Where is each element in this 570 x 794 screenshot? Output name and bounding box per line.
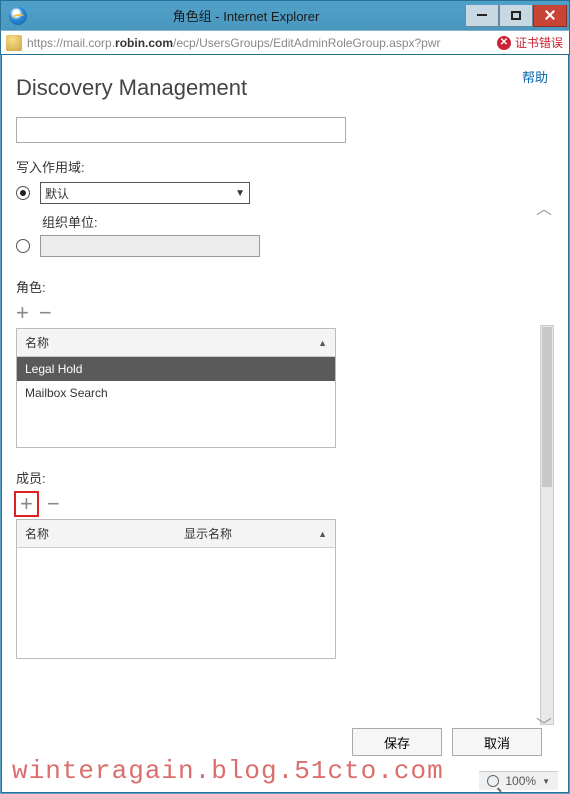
members-grid-body — [17, 548, 335, 658]
address-bar[interactable]: https://mail.corp.robin.com/ecp/UsersGro… — [0, 30, 570, 55]
roles-toolbar: + − — [16, 302, 554, 324]
org-unit-input[interactable] — [40, 235, 260, 257]
magnifier-icon — [487, 775, 499, 787]
help-link[interactable]: 帮助 — [522, 67, 548, 86]
roles-grid-body: Legal Hold Mailbox Search — [17, 357, 335, 447]
members-grid-header: 名称 显示名称 ▲ — [17, 520, 335, 548]
roles-row[interactable]: Legal Hold — [17, 357, 335, 381]
client-area: 帮助 Discovery Management 写入作用域: 默认 ▼ 组织单位… — [1, 55, 569, 793]
org-unit-label: 组织单位: — [42, 212, 554, 231]
scope-orgunit-row — [16, 235, 554, 257]
zoom-level: 100% — [505, 774, 536, 788]
scrollbar-thumb[interactable] — [542, 327, 552, 487]
members-col-name[interactable]: 名称 — [17, 520, 176, 547]
cert-error-badge[interactable]: ✕ 证书错误 — [491, 34, 569, 51]
window-titlebar: 角色组 - Internet Explorer — [0, 0, 570, 30]
scope-orgunit-radio[interactable] — [16, 239, 30, 253]
window-title: 角色组 - Internet Explorer — [27, 6, 465, 25]
sort-icon: ▲ — [318, 338, 327, 348]
members-label: 成员: — [16, 468, 554, 487]
cert-error-icon: ✕ — [497, 36, 511, 50]
members-toolbar: + − — [16, 493, 554, 515]
roles-add-button[interactable]: + — [16, 302, 29, 324]
maximize-button[interactable] — [499, 5, 533, 27]
zoom-control[interactable]: 100% ▼ — [479, 771, 558, 790]
members-grid: 名称 显示名称 ▲ — [16, 519, 336, 659]
members-add-button[interactable]: + — [14, 491, 39, 517]
zoom-dropdown-icon: ▼ — [542, 777, 550, 786]
scope-default-radio[interactable] — [16, 186, 30, 200]
lock-icon — [6, 35, 22, 51]
url-text: https://mail.corp.robin.com/ecp/UsersGro… — [27, 36, 491, 50]
roles-grid: 名称 ▲ Legal Hold Mailbox Search — [16, 328, 336, 448]
scope-label: 写入作用域: — [16, 157, 554, 176]
page-title: Discovery Management — [16, 75, 568, 101]
form-area: 写入作用域: 默认 ▼ 组织单位: 角色: + − 名称 ▲ — [2, 117, 568, 659]
chevron-down-icon: ▼ — [235, 188, 245, 199]
watermark-text: winteragain.blog.51cto.com — [12, 756, 558, 786]
scope-select[interactable]: 默认 ▼ — [40, 182, 250, 204]
scrollbar[interactable] — [540, 325, 554, 725]
close-button[interactable] — [533, 5, 567, 27]
scope-default-row: 默认 ▼ — [16, 182, 554, 204]
sort-icon: ▲ — [318, 529, 327, 539]
window-buttons — [465, 5, 567, 27]
cancel-button[interactable]: 取消 — [452, 728, 542, 756]
footer-buttons: 保存 取消 — [352, 728, 542, 756]
roles-label: 角色: — [16, 277, 554, 296]
roles-remove-button[interactable]: − — [39, 302, 52, 324]
minimize-button[interactable] — [465, 5, 499, 27]
ie-icon — [9, 7, 27, 25]
roles-col-name[interactable]: 名称 ▲ — [17, 329, 335, 356]
roles-row[interactable]: Mailbox Search — [17, 381, 335, 405]
members-remove-button[interactable]: − — [47, 493, 60, 515]
members-col-display[interactable]: 显示名称 ▲ — [176, 520, 335, 547]
scope-select-value: 默认 — [45, 185, 69, 202]
cert-error-label: 证书错误 — [515, 34, 563, 51]
description-input[interactable] — [16, 117, 346, 143]
save-button[interactable]: 保存 — [352, 728, 442, 756]
scroll-up-icon[interactable]: ︿ — [536, 195, 552, 219]
roles-grid-header: 名称 ▲ — [17, 329, 335, 357]
